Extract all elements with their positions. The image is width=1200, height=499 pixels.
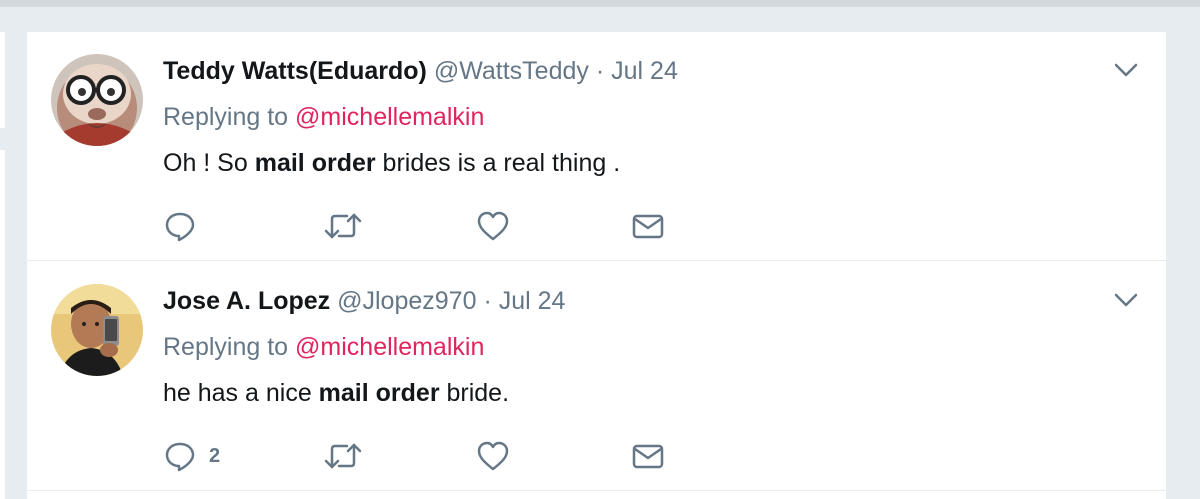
envelope-icon: [632, 444, 664, 469]
retweet-button[interactable]: [323, 208, 363, 244]
avatar[interactable]: [51, 54, 143, 146]
tweet-text-part: Oh ! So: [163, 149, 255, 177]
tweet-text-bold: mail order: [318, 379, 440, 407]
author-handle[interactable]: @Jlopez970: [337, 287, 476, 315]
replying-to: Replying to @michellemalkin: [163, 102, 484, 132]
replying-prefix: Replying to: [163, 103, 289, 131]
tweet-actions: [163, 208, 763, 244]
chevron-down-icon[interactable]: [1113, 290, 1139, 310]
author-handle[interactable]: @WattsTeddy: [434, 57, 589, 85]
tweet[interactable]: Teddy Watts(Eduardo) @WattsTeddy · Jul 2…: [27, 32, 1166, 261]
like-button[interactable]: [476, 208, 510, 244]
tweet-date[interactable]: Jul 24: [611, 57, 678, 85]
reply-button[interactable]: [163, 208, 209, 244]
monkey-glasses-avatar: [51, 54, 143, 146]
tweet-divider: [27, 490, 1166, 491]
tweet-text-part: bride.: [439, 379, 510, 407]
tweet-actions: 2: [163, 438, 763, 474]
direct-message-button[interactable]: [631, 208, 665, 244]
retweet-icon: [324, 213, 362, 239]
tweet-date[interactable]: Jul 24: [499, 287, 566, 315]
left-panel-edge: [0, 32, 5, 128]
replying-prefix: Replying to: [163, 333, 289, 361]
retweet-button[interactable]: [323, 438, 363, 474]
envelope-icon: [632, 214, 664, 239]
tweet-text: Oh ! So mail order brides is a real thin…: [163, 148, 620, 178]
reply-icon: [165, 212, 195, 242]
author-name[interactable]: Teddy Watts(Eduardo): [163, 57, 427, 85]
left-panel-edge: [0, 150, 5, 499]
tweet-header: Teddy Watts(Eduardo) @WattsTeddy · Jul 2…: [163, 56, 678, 86]
heart-icon: [477, 441, 509, 471]
heart-icon: [477, 211, 509, 241]
top-bar: [0, 0, 1200, 7]
tweet-text-part: brides is a real thing .: [375, 149, 621, 177]
timeline: Teddy Watts(Eduardo) @WattsTeddy · Jul 2…: [27, 32, 1166, 499]
like-button[interactable]: [476, 438, 510, 474]
tweet-divider: [27, 260, 1166, 261]
mention-link[interactable]: @michellemalkin: [295, 103, 484, 131]
tweet-header: Jose A. Lopez @Jlopez970 · Jul 24: [163, 286, 565, 316]
separator-dot: ·: [483, 287, 492, 315]
avatar[interactable]: [51, 284, 143, 376]
tweet-text-bold: mail order: [254, 149, 376, 177]
replying-to: Replying to @michellemalkin: [163, 332, 484, 362]
direct-message-button[interactable]: [631, 438, 665, 474]
chevron-down-icon[interactable]: [1113, 60, 1139, 80]
retweet-icon: [324, 443, 362, 469]
reply-icon: [165, 442, 195, 472]
reply-count: 2: [209, 444, 221, 467]
man-selfie-avatar: [51, 284, 143, 376]
mention-link[interactable]: @michellemalkin: [295, 333, 484, 361]
tweet[interactable]: Jose A. Lopez @Jlopez970 · Jul 24 Replyi…: [27, 262, 1166, 491]
tweet-text-part: he has a nice: [163, 379, 319, 407]
tweet-text: he has a nice mail order bride.: [163, 378, 509, 408]
author-name[interactable]: Jose A. Lopez: [163, 287, 330, 315]
separator-dot: ·: [595, 57, 605, 85]
reply-button[interactable]: 2: [163, 438, 220, 474]
